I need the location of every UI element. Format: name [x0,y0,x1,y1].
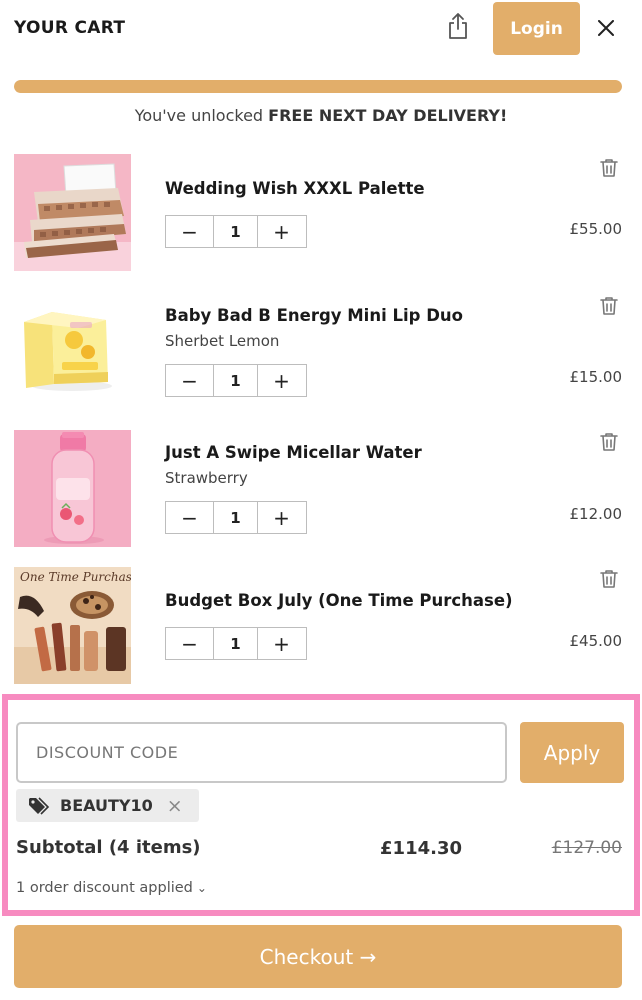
delivery-progress-bar [14,80,622,93]
decrease-quantity-button[interactable]: − [166,628,213,659]
cart-item: Wedding Wish XXXL Palette − 1 + £55.00 [0,154,642,274]
decrease-quantity-button[interactable]: − [166,365,213,396]
increase-quantity-button[interactable]: + [258,502,305,533]
minus-icon: − [181,631,198,656]
item-price: £15.00 [569,368,623,386]
quantity-value[interactable]: 1 [213,628,258,659]
chevron-down-icon: ⌄ [196,881,207,895]
trash-icon [600,159,618,177]
thumbnail-caption: One Time Purchase [20,570,131,584]
delivery-message-highlight: FREE NEXT DAY DELIVERY! [268,106,508,125]
subtotal-price: £114.30 [380,838,462,859]
plus-icon: + [273,368,290,393]
login-button[interactable]: Login [493,2,580,55]
product-name[interactable]: Wedding Wish XXXL Palette [165,179,425,198]
trash-icon [600,433,618,451]
product-variant: Strawberry [165,469,248,487]
product-image[interactable] [14,290,131,407]
increase-quantity-button[interactable]: + [258,365,305,396]
plus-icon: + [273,631,290,656]
remove-item-button[interactable] [598,567,620,591]
decrease-quantity-button[interactable]: − [166,502,213,533]
quantity-stepper: − 1 + [165,501,307,534]
trash-icon [600,570,618,588]
cart-header: YOUR CART Login [0,0,642,60]
quantity-value[interactable]: 1 [213,216,258,247]
cart-item: One Time Purchase Budget Box July (One T… [0,567,642,687]
trash-icon [600,297,618,315]
tag-icon [29,796,50,815]
delivery-message-prefix: You've unlocked [134,106,269,125]
original-price: £127.00 [551,838,622,858]
minus-icon: − [181,219,198,244]
subtotal-label: Subtotal (4 items) [16,837,201,858]
item-price: £45.00 [569,632,623,650]
quantity-stepper: − 1 + [165,627,307,660]
discount-code-input[interactable] [16,722,507,783]
remove-item-button[interactable] [598,156,620,180]
increase-quantity-button[interactable]: + [258,216,305,247]
minus-icon: − [181,505,198,530]
quantity-value[interactable]: 1 [213,502,258,533]
product-image[interactable] [14,154,131,271]
product-image[interactable]: One Time Purchase [14,567,131,684]
product-variant: Sherbet Lemon [165,332,280,350]
checkout-button[interactable]: Checkout → [14,925,622,988]
close-icon [598,20,614,36]
discount-summary-panel: Apply BEAUTY10 × Subtotal (4 items) £114… [2,694,640,916]
cart-item: Just A Swipe Micellar Water Strawberry −… [0,430,642,550]
minus-icon: − [181,368,198,393]
apply-discount-button[interactable]: Apply [520,722,624,783]
close-button[interactable] [594,16,618,40]
product-name[interactable]: Budget Box July (One Time Purchase) [165,591,513,610]
plus-icon: + [273,219,290,244]
decrease-quantity-button[interactable]: − [166,216,213,247]
product-name[interactable]: Baby Bad B Energy Mini Lip Duo [165,306,463,325]
share-icon [449,13,467,39]
quantity-value[interactable]: 1 [213,365,258,396]
cart-item: Baby Bad B Energy Mini Lip Duo Sherbet L… [0,290,642,410]
discount-note-text: 1 order discount applied [16,880,193,896]
discount-applied-toggle[interactable]: 1 order discount applied ⌄ [16,880,207,896]
cart-title: YOUR CART [14,18,126,38]
product-image[interactable] [14,430,131,547]
delivery-message: You've unlocked FREE NEXT DAY DELIVERY! [0,106,642,125]
remove-item-button[interactable] [598,430,620,454]
applied-discount-code: BEAUTY10 [60,796,153,815]
product-name[interactable]: Just A Swipe Micellar Water [165,443,422,462]
quantity-stepper: − 1 + [165,215,307,248]
share-button[interactable] [443,10,473,42]
quantity-stepper: − 1 + [165,364,307,397]
item-price: £12.00 [569,505,623,523]
plus-icon: + [273,505,290,530]
item-price: £55.00 [569,220,623,238]
applied-discount-chip: BEAUTY10 × [16,789,199,822]
increase-quantity-button[interactable]: + [258,628,305,659]
remove-item-button[interactable] [598,294,620,318]
remove-discount-icon[interactable]: × [167,795,183,817]
delivery-progress-fill [14,80,622,93]
